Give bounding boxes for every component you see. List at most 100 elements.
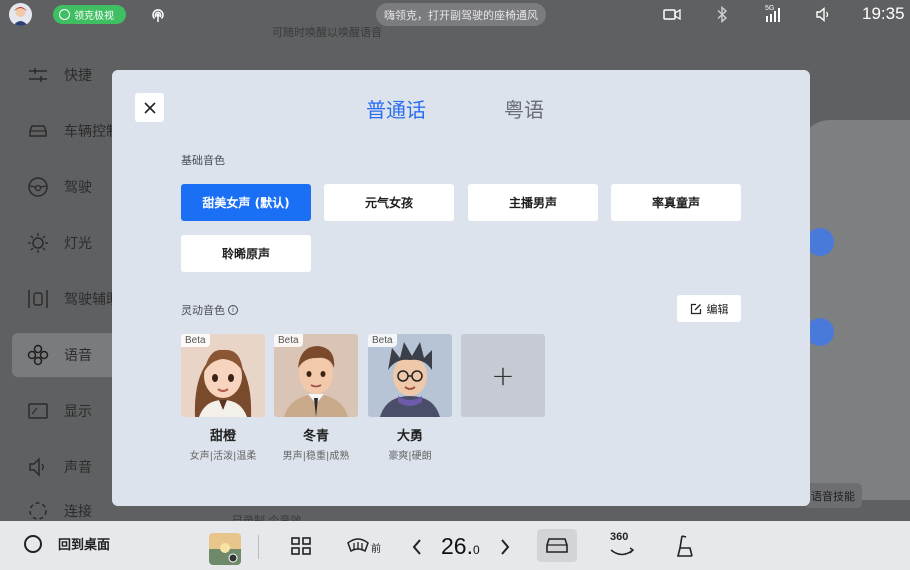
sidebar-item-display[interactable]: 显示: [12, 389, 122, 433]
speaker-icon: [26, 455, 50, 479]
sidebar-item-label: 灯光: [64, 236, 92, 252]
tab-mandarin[interactable]: 普通话: [366, 94, 426, 123]
user-avatar[interactable]: [9, 3, 32, 26]
bluetooth-icon[interactable]: [716, 6, 728, 23]
sun-icon: [26, 231, 50, 255]
character-avatar: Beta: [181, 334, 265, 417]
info-icon[interactable]: i: [228, 305, 238, 315]
lane-assist-icon: [26, 287, 50, 311]
bg-mic-badge: [806, 228, 834, 256]
voice-option-anchor-male[interactable]: 主播男声: [468, 184, 598, 221]
volume-icon[interactable]: [815, 6, 831, 23]
character-card-dayong[interactable]: Beta 大勇 豪爽|硬朗: [368, 334, 452, 462]
seat-icon[interactable]: [674, 534, 696, 558]
character-name: 甜橙: [209, 429, 236, 444]
add-voice-button[interactable]: +: [461, 334, 545, 417]
beta-badge: Beta: [274, 334, 303, 347]
edit-button[interactable]: 编辑: [677, 295, 741, 322]
status-bar: 领克极视 嗨领克，打开副驾驶的座椅通风 5G 19:35: [0, 0, 910, 30]
character-card-tiancheng[interactable]: Beta 甜橙 女声|活泼|温柔: [181, 334, 265, 462]
steering-wheel-icon: [26, 175, 50, 199]
temperature-value: 26.: [441, 533, 473, 559]
defrost-label: 前: [371, 544, 381, 555]
user-avatar-icon: [9, 3, 32, 26]
sidebar-item-label: 连接: [64, 504, 92, 520]
add-icon: +: [491, 359, 515, 392]
voice-hint-pill[interactable]: 嗨领克，打开副驾驶的座椅通风: [376, 3, 546, 26]
beta-badge: Beta: [181, 334, 210, 347]
temperature-display: 26.0: [441, 533, 480, 560]
character-avatar: Beta: [274, 334, 358, 417]
bottom-dock: 回到桌面 前 26.0 360: [0, 521, 910, 570]
sidebar-item-driving[interactable]: 驾驶: [12, 165, 122, 209]
sidebar-item-label: 语音: [64, 348, 92, 364]
sliders-icon: [26, 63, 50, 87]
sidebar-item-vehicle-control[interactable]: 车辆控制: [12, 109, 122, 153]
sidebar-item-label: 声音: [64, 460, 92, 476]
dock-divider: [258, 535, 259, 559]
beta-badge: Beta: [368, 334, 397, 347]
home-button[interactable]: 回到桌面: [24, 534, 110, 553]
display-icon: [26, 399, 50, 423]
character-card-dongqing[interactable]: Beta 冬青 男声|稳重|成熟: [274, 334, 358, 462]
tab-cantonese[interactable]: 粤语: [504, 94, 544, 123]
sidebar-item-label: 快捷: [64, 68, 92, 84]
sidebar-item-label: 驾驶: [64, 180, 92, 196]
character-avatar: Beta: [368, 334, 452, 417]
media-thumbnail[interactable]: [209, 533, 241, 565]
bg-voice-skill-button[interactable]: 语音技能: [804, 483, 862, 508]
temp-down-icon[interactable]: [411, 538, 423, 556]
sidebar-item-label: 显示: [64, 404, 92, 420]
clock: 19:35: [862, 4, 905, 23]
bg-hint-text: 可随时唤醒以唤醒语音: [272, 26, 382, 39]
brand-icon: [59, 9, 70, 20]
bg-mic-badge: [806, 318, 834, 346]
brand-pill[interactable]: 领克极视: [53, 5, 126, 24]
hotspot-icon[interactable]: [150, 7, 166, 23]
vehicle-settings-button[interactable]: [537, 529, 577, 562]
basic-voices-label-text: 基础音色: [181, 154, 225, 167]
voice-option-child[interactable]: 率真童声: [611, 184, 741, 221]
sidebar-item-driver-assist[interactable]: 驾驶辅助: [12, 277, 122, 321]
edit-icon: [690, 303, 701, 314]
voice-tone-dialog: 普通话 粤语 基础音色 甜美女声 (默认) 元气女孩 主播男声 率真童声 聆晞原…: [112, 70, 810, 506]
bg-car-preview: [800, 120, 910, 500]
dynamic-voices-label-text: 灵动音色: [181, 304, 225, 317]
close-icon: [143, 101, 156, 114]
sidebar-item-lights[interactable]: 灯光: [12, 221, 122, 265]
home-icon: [24, 534, 42, 553]
defrost-icon: [347, 538, 369, 553]
signal-indicator: 5G: [765, 5, 783, 23]
sidebar-item-connect[interactable]: 连接: [12, 501, 122, 521]
rotate-360-icon: [610, 547, 635, 556]
view-360-label: 360: [610, 531, 629, 543]
signal-bars-icon: [766, 8, 780, 22]
sidebar-item-sound[interactable]: 声音: [12, 445, 122, 489]
dashcam-icon[interactable]: [663, 6, 681, 23]
voice-icon: [26, 343, 50, 367]
sidebar-item-voice[interactable]: 语音: [12, 333, 122, 377]
voice-option-energetic-girl[interactable]: 元气女孩: [324, 184, 454, 221]
temperature-decimal: 0: [472, 543, 480, 557]
character-name: 冬青: [302, 429, 329, 444]
home-label: 回到桌面: [58, 538, 111, 553]
brand-label: 领克极视: [74, 11, 114, 22]
voice-option-sweet-female[interactable]: 甜美女声 (默认): [181, 184, 311, 221]
character-tags: 女声|活泼|温柔: [189, 451, 257, 462]
basic-voices-label: 基础音色: [181, 152, 225, 168]
apps-grid-icon[interactable]: [290, 536, 312, 556]
character-tags: 男声|稳重|成熟: [282, 451, 350, 462]
dynamic-voices-label: 灵动音色 i: [181, 302, 238, 318]
view-360-button[interactable]: 360: [608, 531, 636, 561]
link-icon: [26, 501, 50, 521]
voice-option-original[interactable]: 聆晞原声: [181, 235, 311, 272]
front-defrost-button[interactable]: 前: [346, 535, 381, 555]
sidebar-item-shortcuts[interactable]: 快捷: [12, 53, 122, 97]
temp-up-icon[interactable]: [499, 538, 511, 556]
car-settings-icon: [546, 538, 568, 553]
album-art-icon: [209, 533, 241, 565]
character-tags: 豪爽|硬朗: [388, 451, 432, 462]
car-icon: [26, 119, 50, 143]
edit-label: 编辑: [706, 302, 729, 316]
close-button[interactable]: [135, 93, 164, 122]
